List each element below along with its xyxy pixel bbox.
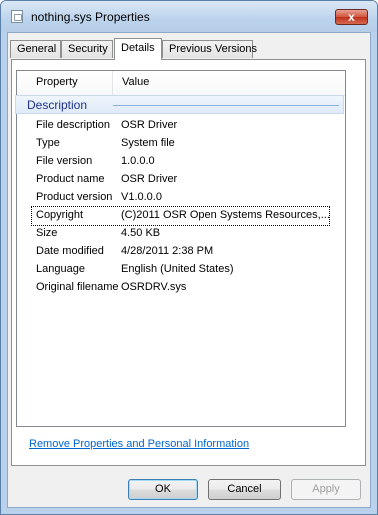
apply-button[interactable]: Apply <box>291 479 361 500</box>
property-row[interactable]: Date modified 4/28/2011 2:38 PM <box>21 243 336 261</box>
tab-previous-versions[interactable]: Previous Versions <box>162 40 257 58</box>
property-row[interactable]: Product version V1.0.0.0 <box>21 189 336 207</box>
window-title: nothing.sys Properties <box>31 10 150 24</box>
property-row[interactable]: File version 1.0.0.0 <box>21 153 336 171</box>
tab-security[interactable]: Security <box>61 40 113 58</box>
column-divider[interactable] <box>112 71 113 95</box>
property-name: Date modified <box>36 245 104 257</box>
property-name: Size <box>36 227 58 239</box>
property-value: OSR Driver <box>121 173 178 185</box>
property-row[interactable]: Product name OSR Driver <box>21 171 336 189</box>
property-row-focused[interactable]: Copyright (C)2011 OSR Open Systems Resou… <box>31 206 330 226</box>
property-value: 4/28/2011 2:38 PM <box>121 245 214 257</box>
property-name: Original filename <box>36 281 119 293</box>
property-row[interactable]: File description OSR Driver <box>21 117 336 135</box>
property-value: (C)2011 OSR Open Systems Resources,... <box>121 209 330 221</box>
property-value: 4.50 KB <box>121 227 161 239</box>
column-header-property[interactable]: Property <box>36 76 78 88</box>
close-button[interactable]: x <box>335 9 368 25</box>
group-label: Description <box>27 98 88 112</box>
property-row[interactable]: Language English (United States) <box>21 261 336 279</box>
ok-button[interactable]: OK <box>128 479 198 500</box>
file-icon <box>11 10 23 23</box>
tab-general[interactable]: General <box>10 40 61 58</box>
property-name: File description <box>36 119 110 131</box>
group-divider-line <box>113 105 339 106</box>
property-name: Copyright <box>36 209 84 221</box>
property-value: 1.0.0.0 <box>121 155 155 167</box>
group-header-description[interactable]: Description <box>15 95 344 114</box>
property-row[interactable]: Original filename OSRDRV.sys <box>21 279 336 297</box>
cancel-button[interactable]: Cancel <box>208 479 281 500</box>
remove-properties-link[interactable]: Remove Properties and Personal Informati… <box>29 438 249 450</box>
property-value: System file <box>121 137 175 149</box>
list-header: Property Value <box>17 71 345 96</box>
property-value: OSR Driver <box>121 119 178 131</box>
property-value: V1.0.0.0 <box>121 191 162 203</box>
property-name: Product version <box>36 191 113 203</box>
tab-details[interactable]: Details <box>114 38 162 60</box>
property-row[interactable]: Type System file <box>21 135 336 153</box>
property-name: Product name <box>36 173 105 185</box>
title-bar[interactable]: nothing.sys Properties x <box>1 1 377 32</box>
property-value: OSRDRV.sys <box>121 281 187 293</box>
property-name: Language <box>36 263 85 275</box>
property-name: Type <box>36 137 60 149</box>
property-name: File version <box>36 155 93 167</box>
property-value: English (United States) <box>121 263 234 275</box>
column-header-value[interactable]: Value <box>122 76 149 88</box>
property-row[interactable]: Size 4.50 KB <box>21 225 336 243</box>
